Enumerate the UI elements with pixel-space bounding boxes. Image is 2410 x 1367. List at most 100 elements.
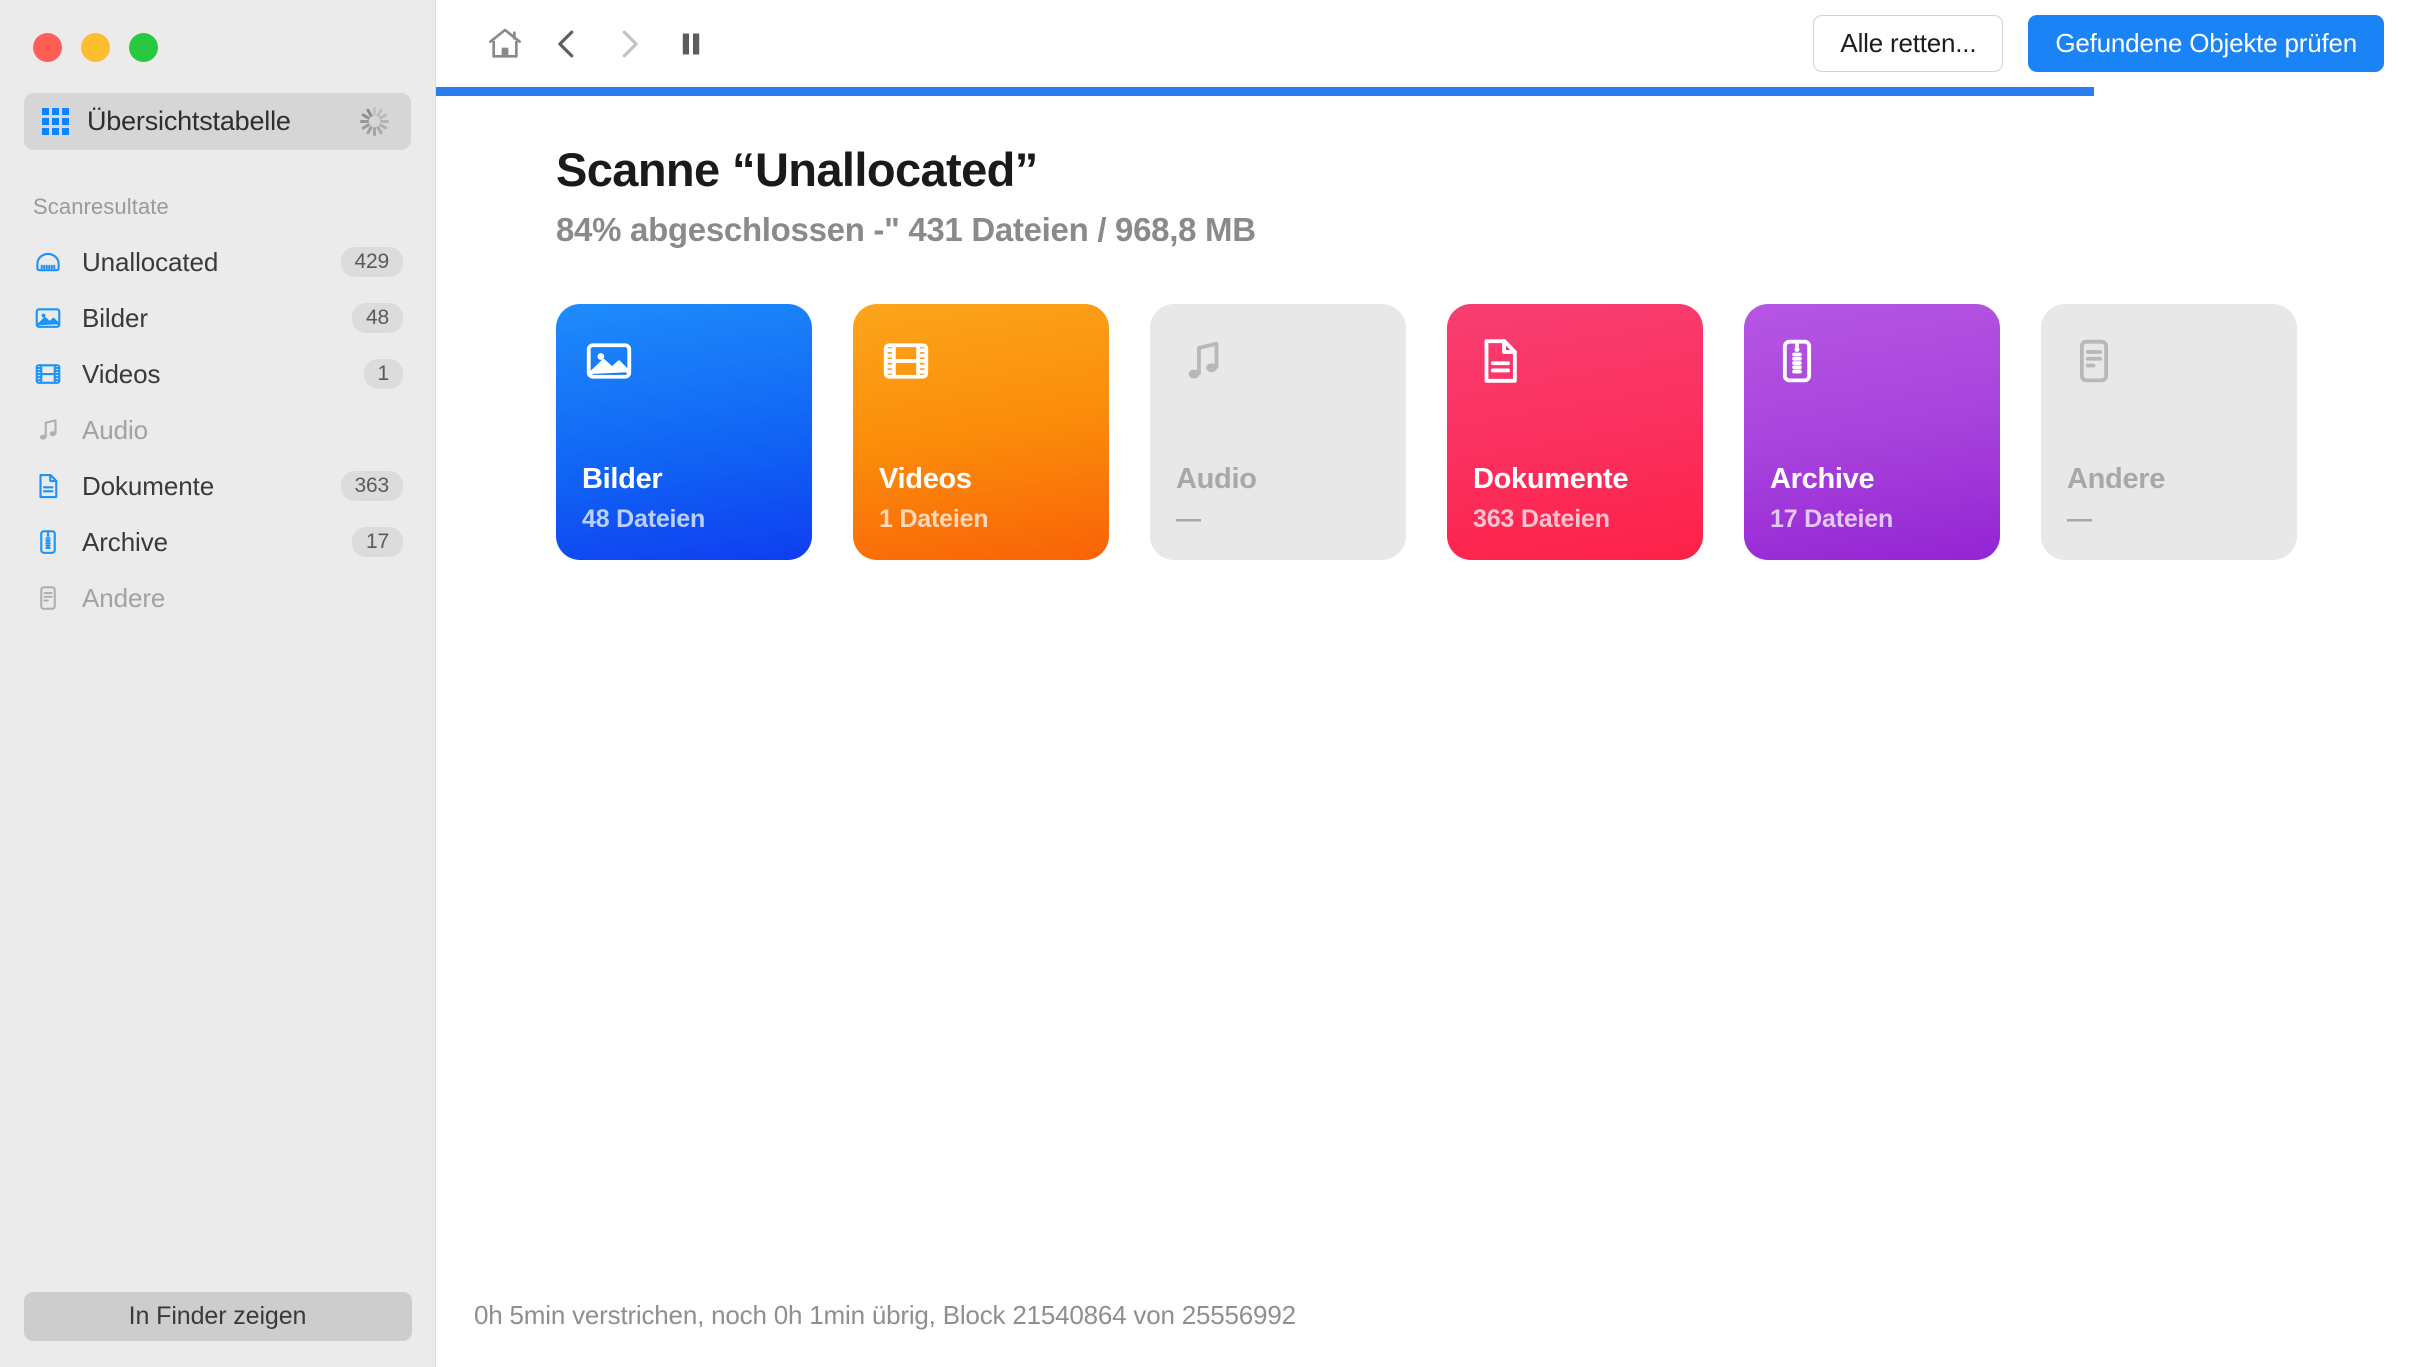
category-card-count: 48 Dateien [582, 505, 706, 533]
window-traffic-lights [0, 0, 435, 62]
film-icon-wrap [33, 359, 63, 389]
home-button[interactable] [474, 13, 536, 75]
category-card-text: Audio — [1176, 463, 1380, 534]
forward-button[interactable] [598, 13, 660, 75]
pause-icon [682, 33, 700, 54]
lines-doc-icon [2079, 339, 2109, 383]
hard-drive-icon-wrap [33, 247, 63, 277]
sidebar-item-bilder[interactable]: Bilder 48 [0, 290, 435, 346]
category-card-dokumente[interactable]: Dokumente 363 Dateien [1447, 304, 1703, 560]
sidebar-item-label: Andere [82, 582, 166, 613]
sidebar-item-videos[interactable]: Videos 1 [0, 346, 435, 402]
sidebar-item-overview[interactable]: Übersichtstabelle [24, 93, 411, 150]
music-note-icon [40, 419, 57, 440]
close-button[interactable] [33, 33, 62, 62]
hard-drive-icon [36, 252, 60, 272]
sidebar-item-count-badge: 48 [352, 303, 403, 333]
status-text: 0h 5min verstrichen, noch 0h 1min übrig,… [474, 1300, 1296, 1330]
photo-icon-wrap [582, 334, 786, 392]
category-card-name: Audio [1176, 463, 1257, 495]
sidebar-item-label: Unallocated [82, 246, 219, 277]
zip-icon-wrap [1770, 334, 1974, 392]
photo-icon [586, 343, 632, 379]
home-icon [489, 28, 521, 58]
page-subtitle: 84% abgeschlossen -" 431 Dateien / 968,8… [556, 211, 1256, 248]
page-title: Scanne “Unallocated” [556, 143, 1038, 196]
category-card-count: — [1176, 505, 1201, 533]
check-found-objects-button[interactable]: Gefundene Objekte prüfen [2028, 15, 2384, 72]
sidebar-footer: In Finder zeigen [0, 1292, 435, 1367]
scan-progress-fill [436, 87, 2095, 96]
sidebar-item-count-badge: 429 [340, 247, 403, 277]
category-card-count: 363 Dateien [1473, 505, 1610, 533]
category-card-count: 17 Dateien [1770, 505, 1894, 533]
app-window: Übersichtstabelle Scanresultate Unalloca… [0, 0, 2410, 1367]
sidebar-item-archive[interactable]: Archive 17 [0, 514, 435, 570]
sidebar-item-count-badge: 1 [363, 359, 403, 389]
toolbar: Alle retten... Gefundene Objekte prüfen [436, 0, 2410, 87]
category-card-archive[interactable]: Archive 17 Dateien [1744, 304, 2000, 560]
category-card-name: Andere [2067, 463, 2166, 495]
photo-icon [35, 308, 61, 328]
category-card-grid: Bilder 48 Dateien Videos 1 Dateien Audio — … [556, 304, 2410, 560]
grid-icon [42, 108, 69, 135]
lines-doc-icon [40, 586, 56, 610]
category-card-name: Videos [879, 463, 972, 495]
pause-button[interactable] [660, 13, 722, 75]
category-card-videos[interactable]: Videos 1 Dateien [853, 304, 1109, 560]
sidebar-item-unallocated[interactable]: Unallocated 429 [0, 234, 435, 290]
sidebar-item-label: Dokumente [82, 470, 215, 501]
category-card-text: Dokumente 363 Dateien [1473, 463, 1677, 534]
show-in-finder-button[interactable]: In Finder zeigen [23, 1292, 412, 1341]
sidebar-item-label: Archive [82, 526, 168, 557]
sidebar-item-dokumente[interactable]: Dokumente 363 [0, 458, 435, 514]
photo-icon-wrap [33, 303, 63, 333]
category-card-text: Videos 1 Dateien [879, 463, 1083, 534]
document-icon [1484, 339, 1517, 383]
document-icon [39, 473, 58, 499]
document-icon-wrap [33, 471, 63, 501]
music-note-icon-wrap [33, 415, 63, 445]
category-card-count: — [2067, 505, 2092, 533]
sidebar-item-count-badge: 363 [340, 471, 403, 501]
category-card-count: 1 Dateien [879, 505, 989, 533]
zip-icon [40, 530, 56, 554]
category-card-name: Archive [1770, 463, 1875, 495]
chevron-right-icon [622, 30, 638, 57]
spinner-icon [358, 105, 391, 138]
lines-doc-icon-wrap [2067, 334, 2271, 392]
sidebar-nav-list: Unallocated 429 Bilder 48 Videos 1 Audio Do… [0, 234, 435, 626]
back-button[interactable] [536, 13, 598, 75]
sidebar-item-overview-label: Übersichtstabelle [87, 106, 291, 136]
film-icon [35, 364, 61, 384]
category-card-audio[interactable]: Audio — [1150, 304, 1406, 560]
sidebar-item-audio[interactable]: Audio [0, 402, 435, 458]
scan-progress-bar [436, 87, 2410, 96]
sidebar-item-label: Audio [82, 414, 148, 445]
sidebar: Übersichtstabelle Scanresultate Unalloca… [0, 0, 436, 1367]
minimize-button[interactable] [81, 33, 110, 62]
music-note-icon-wrap [1176, 334, 1380, 392]
category-card-text: Andere — [2067, 463, 2271, 534]
sidebar-item-label: Bilder [82, 302, 148, 333]
sidebar-item-label: Videos [82, 358, 161, 389]
music-note-icon [1188, 341, 1219, 379]
document-icon-wrap [1473, 334, 1677, 392]
zoom-button[interactable] [129, 33, 158, 62]
film-icon-wrap [879, 334, 1083, 392]
sidebar-item-count-badge: 17 [352, 527, 403, 557]
zip-icon [1782, 339, 1812, 383]
zip-icon-wrap [33, 527, 63, 557]
category-card-text: Bilder 48 Dateien [582, 463, 786, 534]
category-card-andere[interactable]: Andere — [2041, 304, 2297, 560]
category-card-name: Bilder [582, 463, 663, 495]
scan-body: Scanne “Unallocated” 84% abgeschlossen -… [436, 96, 2410, 1367]
content-area: Alle retten... Gefundene Objekte prüfen … [436, 0, 2410, 1367]
chevron-left-icon [558, 30, 574, 57]
sidebar-item-andere[interactable]: Andere [0, 570, 435, 626]
category-card-name: Dokumente [1473, 463, 1629, 495]
category-card-text: Archive 17 Dateien [1770, 463, 1974, 534]
film-icon [883, 343, 929, 379]
rescue-all-button[interactable]: Alle retten... [1813, 15, 2004, 72]
category-card-bilder[interactable]: Bilder 48 Dateien [556, 304, 812, 560]
